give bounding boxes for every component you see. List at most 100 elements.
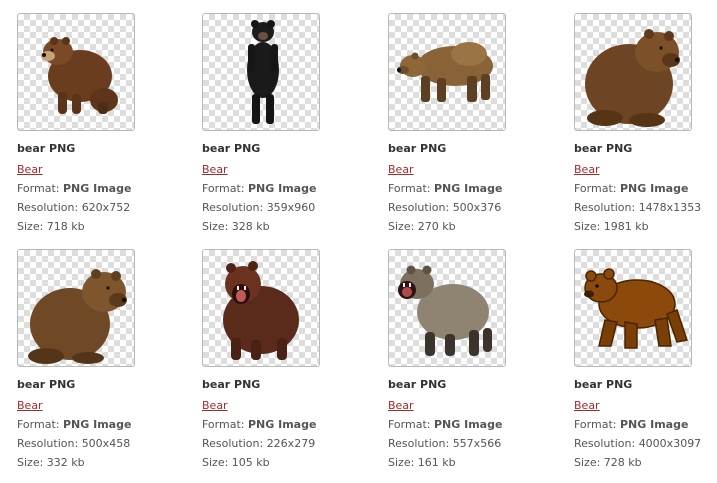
size-value: 161 kb [417, 456, 456, 469]
size-value: 718 kb [46, 220, 85, 233]
format-label: Format: [202, 182, 245, 195]
image-card: bear PNG Bear Format: PNG Image Resoluti… [17, 13, 197, 236]
size-value: 332 kb [46, 456, 85, 469]
resolution-label: Resolution: [17, 201, 79, 214]
brown-bear-sitting-image [585, 29, 680, 127]
thumbnail-link[interactable] [388, 249, 506, 367]
grizzly-bear-walking-image [397, 42, 493, 102]
category-link[interactable]: Bear [388, 396, 414, 415]
size-label: Size: [17, 456, 44, 469]
image-title: bear PNG [17, 378, 76, 391]
size-line: Size: 328 kb [202, 217, 382, 236]
roaring-bear-front-image [223, 261, 299, 360]
format-label: Format: [388, 182, 431, 195]
thumbnail-link[interactable] [17, 13, 135, 131]
format-line: Format: PNG Image [574, 415, 717, 434]
image-title: bear PNG [17, 142, 76, 155]
image-title: bear PNG [388, 378, 447, 391]
thumbnail-link[interactable] [574, 13, 692, 131]
image-card: bear PNG Bear Format: PNG Image Resoluti… [574, 13, 717, 236]
resolution-line: Resolution: 557x566 [388, 434, 568, 453]
resolution-line: Resolution: 226x279 [202, 434, 382, 453]
size-value: 270 kb [417, 220, 456, 233]
format-label: Format: [17, 418, 60, 431]
format-value: PNG Image [433, 418, 503, 431]
size-value: 728 kb [603, 456, 642, 469]
format-value: PNG Image [247, 418, 317, 431]
category-link[interactable]: Bear [574, 160, 600, 179]
category-link[interactable]: Bear [17, 160, 43, 179]
resolution-label: Resolution: [202, 201, 264, 214]
resolution-line: Resolution: 620x752 [17, 198, 197, 217]
size-label: Size: [574, 456, 601, 469]
resolution-label: Resolution: [17, 437, 79, 450]
brown-bear-sitting-image [28, 269, 127, 364]
size-line: Size: 728 kb [574, 453, 717, 472]
resolution-value: 4000x3097 [638, 437, 702, 450]
image-title: bear PNG [202, 142, 261, 155]
image-card: bear PNG Bear Format: PNG Image Resoluti… [574, 249, 717, 472]
resolution-value: 226x279 [266, 437, 316, 450]
resolution-line: Resolution: 500x458 [17, 434, 197, 453]
format-value: PNG Image [619, 418, 689, 431]
size-label: Size: [388, 220, 415, 233]
image-card: bear PNG Bear Format: PNG Image Resoluti… [17, 249, 197, 472]
format-line: Format: PNG Image [202, 415, 382, 434]
size-label: Size: [17, 220, 44, 233]
format-value: PNG Image [619, 182, 689, 195]
size-label: Size: [202, 456, 229, 469]
thumbnail-link[interactable] [202, 249, 320, 367]
resolution-value: 500x376 [452, 201, 502, 214]
size-label: Size: [388, 456, 415, 469]
image-card: bear PNG Bear Format: PNG Image Resoluti… [388, 249, 568, 472]
thumbnail-link[interactable] [574, 249, 692, 367]
category-link[interactable]: Bear [388, 160, 414, 179]
size-line: Size: 161 kb [388, 453, 568, 472]
cartoon-bear-walking-image [584, 268, 688, 349]
image-card: bear PNG Bear Format: PNG Image Resoluti… [202, 13, 382, 236]
image-title: bear PNG [574, 142, 633, 155]
format-label: Format: [388, 418, 431, 431]
size-value: 1981 kb [603, 220, 649, 233]
size-value: 328 kb [231, 220, 270, 233]
category-link[interactable]: Bear [202, 396, 228, 415]
thumbnail-link[interactable] [388, 13, 506, 131]
format-line: Format: PNG Image [17, 415, 197, 434]
thumbnail-link[interactable] [17, 249, 135, 367]
resolution-line: Resolution: 500x376 [388, 198, 568, 217]
resolution-line: Resolution: 1478x1353 [574, 198, 717, 217]
category-link[interactable]: Bear [17, 396, 43, 415]
thumbnail-link[interactable] [202, 13, 320, 131]
category-link[interactable]: Bear [574, 396, 600, 415]
format-line: Format: PNG Image [17, 179, 197, 198]
format-label: Format: [17, 182, 60, 195]
resolution-value: 500x458 [81, 437, 131, 450]
size-line: Size: 1981 kb [574, 217, 717, 236]
size-value: 105 kb [231, 456, 270, 469]
resolution-value: 359x960 [266, 201, 316, 214]
resolution-label: Resolution: [388, 437, 450, 450]
format-line: Format: PNG Image [388, 179, 568, 198]
format-value: PNG Image [433, 182, 503, 195]
black-bear-standing-image [247, 20, 279, 124]
image-grid: bear PNG Bear Format: PNG Image Resoluti… [0, 0, 717, 483]
format-value: PNG Image [62, 418, 132, 431]
size-label: Size: [202, 220, 229, 233]
format-line: Format: PNG Image [574, 179, 717, 198]
image-title: bear PNG [574, 378, 633, 391]
size-line: Size: 270 kb [388, 217, 568, 236]
image-title: bear PNG [388, 142, 447, 155]
format-label: Format: [574, 182, 617, 195]
format-line: Format: PNG Image [202, 179, 382, 198]
resolution-value: 557x566 [452, 437, 502, 450]
format-label: Format: [574, 418, 617, 431]
category-link[interactable]: Bear [202, 160, 228, 179]
image-title: bear PNG [202, 378, 261, 391]
resolution-label: Resolution: [202, 437, 264, 450]
image-card: bear PNG Bear Format: PNG Image Resoluti… [202, 249, 382, 472]
brown-bear-sitting-image [41, 37, 118, 114]
size-line: Size: 105 kb [202, 453, 382, 472]
resolution-line: Resolution: 4000x3097 [574, 434, 717, 453]
format-value: PNG Image [247, 182, 317, 195]
resolution-label: Resolution: [574, 437, 636, 450]
